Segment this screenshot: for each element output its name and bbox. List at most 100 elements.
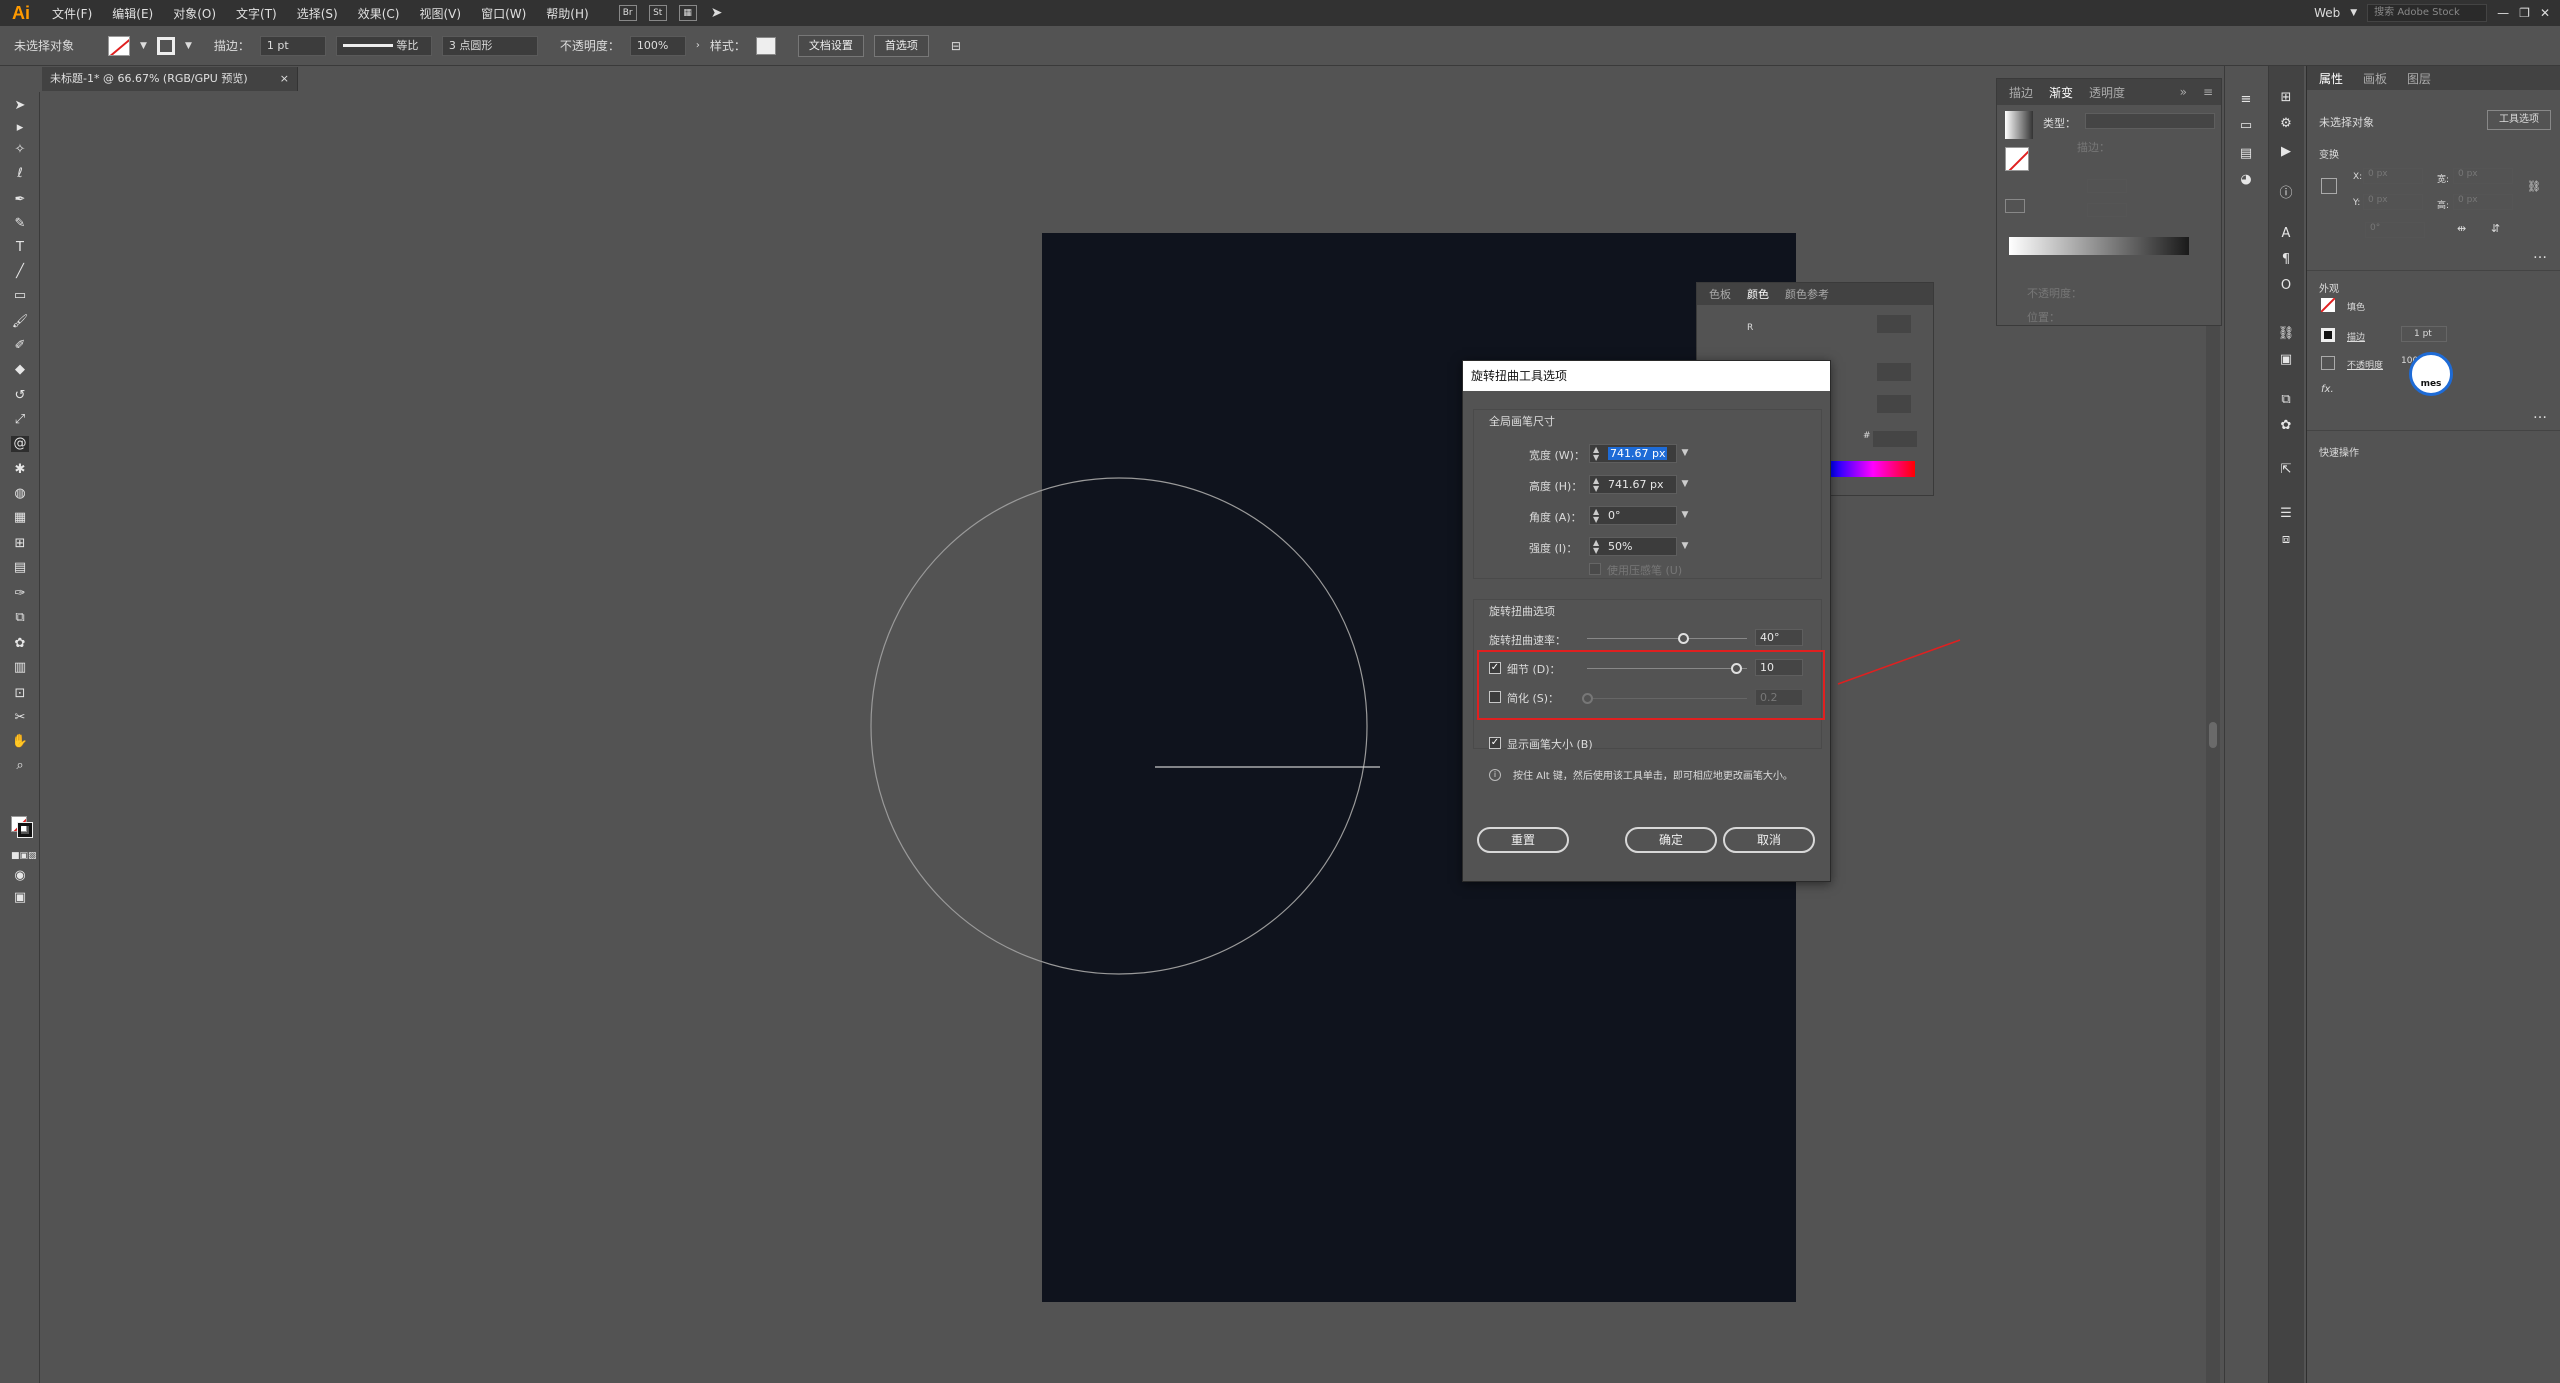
symbols-icon[interactable]: ✿ bbox=[2277, 418, 2295, 434]
blend-tool-icon[interactable]: ⧉ bbox=[11, 610, 29, 626]
detail-slider-knob[interactable] bbox=[1730, 663, 1742, 674]
flip-horizontal-icon[interactable]: ⇹ bbox=[2457, 222, 2466, 235]
detail-checkbox[interactable]: ✓ bbox=[1489, 662, 1501, 674]
stroke-panel-icon[interactable]: ▭ bbox=[2237, 118, 2255, 134]
b-value-field[interactable] bbox=[1877, 395, 1911, 413]
stroke-swatch[interactable] bbox=[156, 36, 175, 55]
menu-effect[interactable]: 效果(C) bbox=[348, 5, 410, 22]
intensity-field[interactable]: ▲ ▼ 50% ▼ bbox=[1589, 537, 1688, 556]
angle-field[interactable]: 0° bbox=[2365, 222, 2425, 238]
twirl-tool-icon[interactable]: @ bbox=[11, 436, 29, 452]
fill-swatch[interactable] bbox=[108, 35, 131, 56]
screen-mode-icon[interactable]: ▣ bbox=[11, 890, 29, 906]
pathfinder-icon[interactable]: ⧈ bbox=[2277, 532, 2295, 548]
menu-edit[interactable]: 编辑(E) bbox=[102, 5, 163, 22]
opacity-label[interactable]: 不透明度 bbox=[2347, 358, 2383, 371]
stroke-label[interactable]: 描边 bbox=[2347, 330, 2365, 343]
flip-vertical-icon[interactable]: ⇵ bbox=[2491, 222, 2500, 235]
line-tool-icon[interactable]: ╱ bbox=[11, 264, 29, 280]
reset-button[interactable]: 重置 bbox=[1477, 827, 1569, 853]
detail-field[interactable]: 10 bbox=[1755, 659, 1803, 676]
fill-swatch[interactable] bbox=[2321, 298, 2335, 312]
menu-select[interactable]: 选择(S) bbox=[287, 5, 348, 22]
menu-view[interactable]: 视图(V) bbox=[409, 5, 471, 22]
eyedropper-tool-icon[interactable]: ✑ bbox=[11, 586, 29, 602]
gradient-tool-icon[interactable]: ▤ bbox=[11, 560, 29, 576]
reverse-gradient-icon[interactable] bbox=[2005, 199, 2025, 213]
stroke-swatch[interactable] bbox=[2321, 328, 2335, 342]
minimize-icon[interactable]: — bbox=[2497, 6, 2509, 20]
simplify-checkbox[interactable] bbox=[1489, 691, 1501, 703]
bridge-icon[interactable]: Br bbox=[618, 5, 637, 21]
eraser-tool-icon[interactable]: ◆ bbox=[11, 362, 29, 378]
detail-slider[interactable] bbox=[1587, 668, 1747, 669]
gradient-panel-icon[interactable]: ▤ bbox=[2237, 146, 2255, 162]
aspect-field[interactable] bbox=[2087, 203, 2127, 217]
artboard-tool-icon[interactable]: ⊡ bbox=[11, 686, 29, 702]
info-icon[interactable]: ⓘ bbox=[2277, 186, 2295, 202]
lasso-tool-icon[interactable]: ℓ bbox=[11, 166, 29, 182]
hex-field[interactable] bbox=[1873, 431, 1917, 447]
twirl-rate-slider-knob[interactable] bbox=[1678, 633, 1689, 644]
menu-help[interactable]: 帮助(H) bbox=[536, 5, 598, 22]
g-value-field[interactable] bbox=[1877, 363, 1911, 381]
libraries-icon[interactable]: ⊞ bbox=[2277, 90, 2295, 106]
ok-button[interactable]: 确定 bbox=[1625, 827, 1717, 853]
image-trace-icon[interactable]: ▣ bbox=[2277, 352, 2295, 368]
simplify-slider[interactable] bbox=[1587, 698, 1747, 699]
menu-type[interactable]: 文字(T) bbox=[226, 5, 287, 22]
twirl-rate-field[interactable]: 40° bbox=[1755, 629, 1803, 646]
shape-builder-tool-icon[interactable]: ◍ bbox=[11, 486, 29, 502]
magic-wand-tool-icon[interactable]: ✧ bbox=[11, 142, 29, 158]
fx-icon[interactable]: fx. bbox=[2321, 384, 2334, 395]
fill-stroke-icon[interactable] bbox=[11, 816, 33, 838]
artboards-icon[interactable]: ⧉ bbox=[2277, 392, 2295, 408]
selection-tool-icon[interactable]: ➤ bbox=[11, 98, 29, 114]
gradient-thumbnail[interactable] bbox=[2005, 111, 2033, 139]
export-icon[interactable]: ⇱ bbox=[2277, 462, 2295, 478]
stock-search-input[interactable]: 搜索 Adobe Stock bbox=[2367, 4, 2488, 22]
tab-swatches[interactable]: 色板 bbox=[1709, 286, 1731, 302]
tab-layers[interactable]: 图层 bbox=[2407, 70, 2431, 87]
shaper-tool-icon[interactable]: ✐ bbox=[11, 338, 29, 354]
reference-point-icon[interactable] bbox=[2321, 178, 2337, 194]
pen-tool-icon[interactable]: ✒ bbox=[11, 192, 29, 208]
gradient-fill-swatch[interactable] bbox=[2005, 147, 2029, 171]
style-swatch[interactable] bbox=[755, 36, 776, 55]
column-graph-tool-icon[interactable]: ▥ bbox=[11, 660, 29, 676]
color-panel-icon[interactable]: ◕ bbox=[2237, 172, 2255, 188]
twirl-rate-slider[interactable] bbox=[1587, 638, 1747, 639]
perspective-grid-tool-icon[interactable]: ▦ bbox=[11, 510, 29, 526]
tab-color[interactable]: 颜色 bbox=[1747, 286, 1769, 302]
more-options-icon[interactable]: … bbox=[2533, 406, 2547, 422]
send-icon[interactable]: ➤ bbox=[711, 5, 723, 21]
document-tab[interactable]: 未标题-1* @ 66.67% (RGB/GPU 预览) × bbox=[42, 67, 298, 91]
tool-options-button[interactable]: 工具选项 bbox=[2487, 110, 2551, 130]
angle-field[interactable]: ▲ ▼ 0° ▼ bbox=[1589, 506, 1688, 525]
menu-file[interactable]: 文件(F) bbox=[42, 5, 102, 22]
more-options-icon[interactable]: … bbox=[2533, 246, 2547, 262]
actions-icon[interactable]: ▶ bbox=[2277, 144, 2295, 160]
panel-menu-icon[interactable]: ≡ bbox=[2203, 85, 2221, 99]
scale-tool-icon[interactable]: ⤢ bbox=[11, 412, 29, 428]
zoom-tool-icon[interactable]: ⌕ bbox=[11, 758, 29, 774]
type-tool-icon[interactable]: T bbox=[11, 240, 29, 256]
tab-artboards[interactable]: 画板 bbox=[2363, 70, 2387, 87]
preferences-button[interactable]: 首选项 bbox=[873, 34, 929, 57]
height-field[interactable]: ▲ ▼ 741.67 px ▼ bbox=[1589, 475, 1688, 494]
tab-properties[interactable]: 属性 bbox=[2319, 70, 2343, 87]
color-mode-icon[interactable]: ■▣▨ bbox=[11, 848, 37, 864]
close-tab-icon[interactable]: × bbox=[280, 67, 289, 91]
arrange-documents-icon[interactable]: ▦ bbox=[678, 5, 697, 21]
character-icon[interactable]: A bbox=[2277, 226, 2295, 242]
x-field[interactable]: 0 px bbox=[2363, 168, 2423, 184]
width-field[interactable]: ▲ ▼ 741.67 px ▼ bbox=[1589, 444, 1688, 463]
simplify-slider-knob[interactable] bbox=[1582, 693, 1593, 704]
drawing-mode-icon[interactable]: ◉ bbox=[11, 868, 29, 884]
opacity-field[interactable]: 100% bbox=[629, 35, 686, 56]
hand-tool-icon[interactable]: ✋ bbox=[11, 734, 29, 750]
cancel-button[interactable]: 取消 bbox=[1723, 827, 1815, 853]
links-icon[interactable]: ⛓ bbox=[2277, 326, 2295, 342]
y-field[interactable]: 0 px bbox=[2363, 194, 2423, 210]
chevron-down-icon[interactable]: ▼ bbox=[185, 41, 192, 51]
